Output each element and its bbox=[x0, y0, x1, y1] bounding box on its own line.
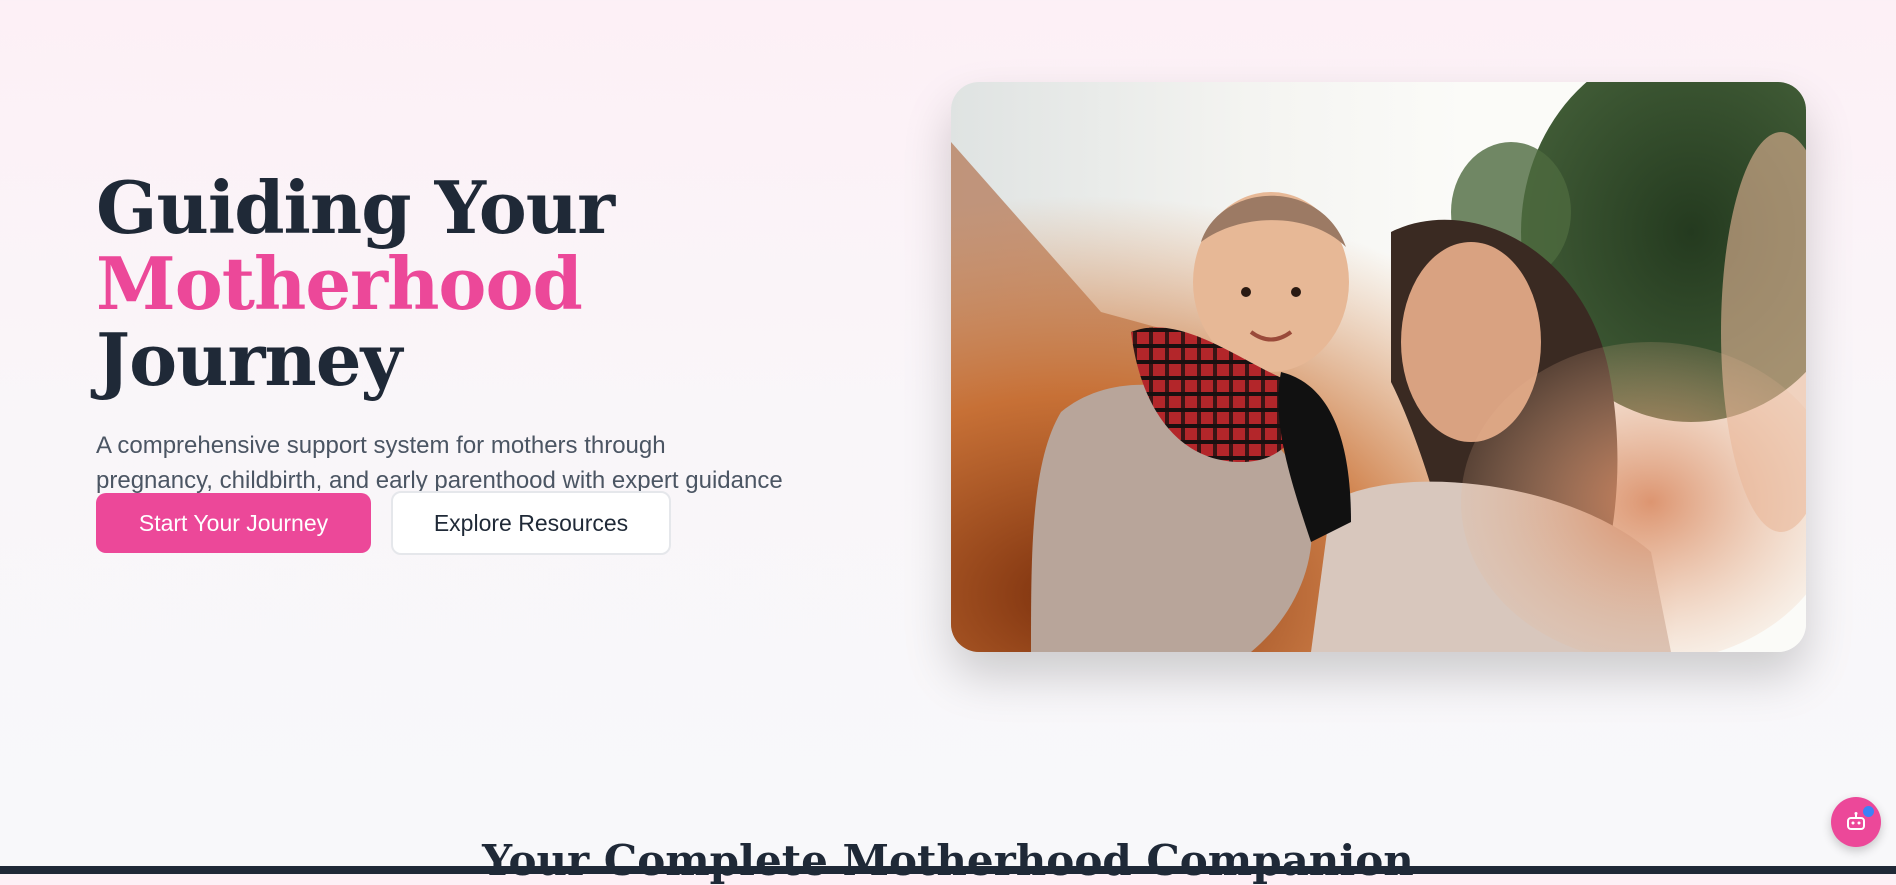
hero-image bbox=[951, 82, 1806, 652]
headline-accent-word: Motherhood bbox=[96, 241, 583, 326]
hero-headline: Guiding Your Motherhood Journey bbox=[96, 170, 876, 398]
companion-section-title: Your Complete Motherhood Companion bbox=[482, 836, 1414, 885]
chat-widget-button[interactable] bbox=[1831, 797, 1881, 847]
hero-text: Guiding Your Motherhood Journey A compre… bbox=[96, 170, 876, 533]
start-journey-button[interactable]: Start Your Journey bbox=[96, 493, 371, 553]
headline-line-1: Guiding Your bbox=[96, 165, 615, 250]
bottom-bar bbox=[0, 866, 1896, 874]
notification-dot bbox=[1863, 806, 1874, 817]
hero-cta-row: Start Your Journey Explore Resources bbox=[96, 491, 671, 555]
explore-resources-button[interactable]: Explore Resources bbox=[391, 491, 671, 555]
mother-baby-photo bbox=[951, 82, 1806, 652]
headline-rest: Journey bbox=[96, 317, 402, 402]
